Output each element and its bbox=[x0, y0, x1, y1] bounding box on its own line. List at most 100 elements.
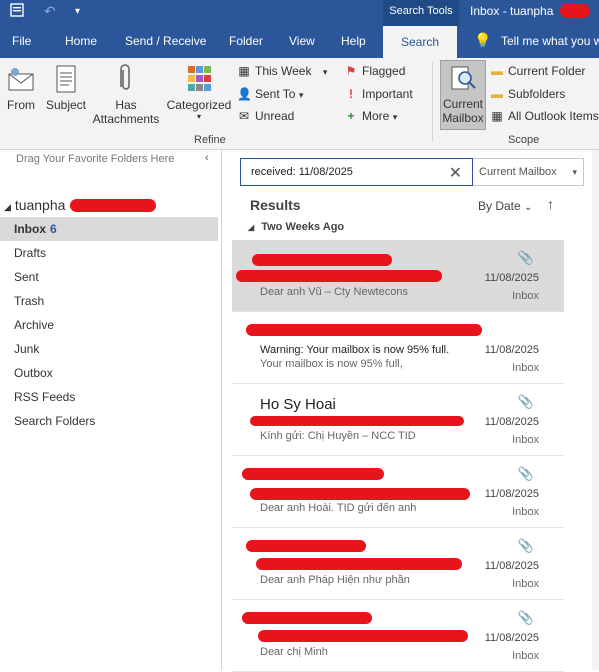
message-date: 11/08/2025 bbox=[484, 632, 539, 644]
this-week-label: This Week bbox=[255, 64, 312, 78]
more-button[interactable]: + More ▾ bbox=[344, 109, 397, 123]
redaction bbox=[256, 558, 462, 570]
ribbon-tabs: File Home Send / Receive Folder View Hel… bbox=[0, 26, 599, 58]
tab-file[interactable]: File bbox=[12, 34, 31, 48]
message-date: 11/08/2025 bbox=[484, 488, 539, 500]
redaction bbox=[560, 4, 590, 18]
sort-direction-icon[interactable]: ↑ bbox=[547, 196, 554, 212]
mailbox-search-icon bbox=[451, 66, 476, 90]
folder-archive[interactable]: Archive bbox=[0, 313, 218, 337]
unread-button[interactable]: ✉ Unread bbox=[237, 109, 294, 123]
paperclip-icon bbox=[120, 64, 130, 90]
important-label: Important bbox=[362, 87, 413, 101]
message-preview: Dear anh Vũ – Cty Newtecons bbox=[260, 286, 408, 298]
folder-sent[interactable]: Sent bbox=[0, 265, 218, 289]
message-preview: Dear anh Hoài. TID gửi đến anh bbox=[260, 502, 417, 514]
search-scope-value: Current Mailbox bbox=[479, 166, 557, 178]
folder-drafts[interactable]: Drafts bbox=[0, 241, 218, 265]
customize-qat-icon[interactable]: ▾ bbox=[75, 6, 80, 17]
open-envelope-icon: ✉ bbox=[238, 109, 250, 123]
has-attachments-button[interactable]: Has Attachments bbox=[90, 64, 162, 126]
undo-icon[interactable]: ↶ bbox=[44, 3, 56, 20]
message-item[interactable]: Ho Sy Hoai Kính gửi: Chị Huyền – NCC TID… bbox=[232, 384, 564, 456]
tab-folder[interactable]: Folder bbox=[229, 34, 263, 48]
this-week-button[interactable]: ▦ This Week ▾ bbox=[237, 64, 327, 78]
window-title: Inbox - tuanpha bbox=[470, 4, 554, 18]
paperclip-icon: 📎 bbox=[517, 250, 534, 265]
tab-view[interactable]: View bbox=[289, 34, 315, 48]
search-box[interactable]: ✕ bbox=[240, 158, 473, 186]
folder-icon: ▬ bbox=[491, 87, 503, 101]
all-outlook-items-label: All Outlook Items bbox=[508, 109, 599, 123]
chevron-down-icon: ▾ bbox=[572, 167, 577, 177]
message-preview: Your mailbox is now 95% full, bbox=[260, 358, 403, 370]
message-item[interactable]: Warning: Your mailbox is now 95% full. Y… bbox=[232, 312, 564, 384]
flagged-button[interactable]: ⚑ Flagged bbox=[344, 64, 406, 78]
important-button[interactable]: ! Important bbox=[344, 87, 413, 101]
people-icon: 👤 bbox=[237, 87, 252, 101]
current-folder-label: Current Folder bbox=[508, 64, 586, 78]
app-icon bbox=[10, 3, 24, 20]
folder-icon: ▬ bbox=[491, 64, 503, 78]
current-mailbox-button[interactable]: Current Mailbox bbox=[440, 60, 486, 130]
message-date: 11/08/2025 bbox=[484, 344, 539, 356]
message-item[interactable]: Dear chị Minh 📎 11/08/2025 Inbox bbox=[232, 600, 564, 672]
message-preview: Kính gửi: Chị Huyền – NCC TID bbox=[260, 430, 416, 442]
more-label: More bbox=[362, 109, 390, 123]
folder-outbox[interactable]: Outbox bbox=[0, 361, 218, 385]
redaction bbox=[70, 199, 156, 212]
paperclip-icon: 📎 bbox=[517, 610, 534, 625]
all-outlook-items-button[interactable]: ▦ All Outlook Items bbox=[490, 109, 599, 123]
redaction bbox=[250, 488, 470, 500]
chevron-down-icon: ▾ bbox=[392, 112, 398, 122]
current-folder-button[interactable]: ▬ Current Folder bbox=[490, 64, 585, 78]
scrollbar[interactable] bbox=[592, 150, 599, 670]
has-attachments-label: Has Attachments bbox=[92, 98, 160, 126]
account-header[interactable]: ◢ tuanpha bbox=[4, 197, 65, 213]
search-scope-dropdown[interactable]: Current Mailbox ▾ bbox=[473, 158, 584, 186]
message-item[interactable]: Dear anh Pháp Hiện như phần 📎 11/08/2025… bbox=[232, 528, 564, 600]
folder-junk[interactable]: Junk bbox=[0, 337, 218, 361]
subfolders-button[interactable]: ▬ Subfolders bbox=[490, 87, 565, 101]
categorized-label: Categorized bbox=[166, 98, 232, 112]
group-header-label: Two Weeks Ago bbox=[261, 221, 345, 233]
collapse-pane-icon[interactable]: ‹ bbox=[205, 152, 209, 164]
sent-to-button[interactable]: 👤 Sent To ▾ bbox=[237, 87, 303, 101]
message-item[interactable]: Dear anh Vũ – Cty Newtecons 📎 11/08/2025… bbox=[232, 240, 564, 312]
redaction bbox=[258, 630, 468, 642]
redaction bbox=[242, 612, 372, 624]
message-date: 11/08/2025 bbox=[484, 416, 539, 428]
favorites-hint: Drag Your Favorite Folders Here bbox=[16, 153, 175, 165]
message-date: 11/08/2025 bbox=[484, 272, 539, 284]
folder-inbox[interactable]: Inbox 6 bbox=[0, 217, 218, 241]
current-mailbox-label: Current Mailbox bbox=[442, 97, 484, 125]
subject-button[interactable]: Subject bbox=[44, 64, 88, 112]
message-item[interactable]: Dear anh Hoài. TID gửi đến anh 📎 11/08/2… bbox=[232, 456, 564, 528]
document-icon bbox=[56, 65, 76, 93]
message-folder: Inbox bbox=[512, 434, 539, 446]
tell-me-box[interactable]: Tell me what you w bbox=[501, 34, 599, 48]
tab-send-receive[interactable]: Send / Receive bbox=[125, 34, 206, 48]
folder-rss-feeds[interactable]: RSS Feeds bbox=[0, 385, 218, 409]
tab-search[interactable]: Search bbox=[383, 26, 458, 58]
exclamation-icon: ! bbox=[349, 87, 353, 101]
tab-home[interactable]: Home bbox=[65, 34, 97, 48]
lightbulb-icon: 💡 bbox=[474, 32, 492, 48]
group-separator bbox=[432, 62, 433, 142]
flag-icon: ⚑ bbox=[345, 64, 357, 78]
group-header[interactable]: ◢ Two Weeks Ago bbox=[248, 221, 344, 233]
sent-to-label: Sent To bbox=[255, 87, 296, 101]
search-input[interactable] bbox=[241, 159, 431, 185]
message-preview: Dear anh Pháp Hiện như phần bbox=[260, 574, 410, 586]
envelope-icon bbox=[8, 68, 34, 91]
close-icon[interactable]: ✕ bbox=[449, 163, 462, 183]
redaction bbox=[246, 324, 482, 336]
folder-trash[interactable]: Trash bbox=[0, 289, 218, 313]
sort-by-date-button[interactable]: By Date ⌄ bbox=[478, 199, 532, 213]
chevron-down-icon: ▾ bbox=[196, 112, 201, 121]
tab-help[interactable]: Help bbox=[341, 34, 366, 48]
folder-search-folders[interactable]: Search Folders bbox=[0, 409, 218, 433]
ribbon: From Subject Has Attachments Categorized… bbox=[0, 58, 599, 150]
from-button[interactable]: From bbox=[4, 64, 38, 112]
categorized-button[interactable]: Categorized ▾ bbox=[164, 64, 234, 121]
